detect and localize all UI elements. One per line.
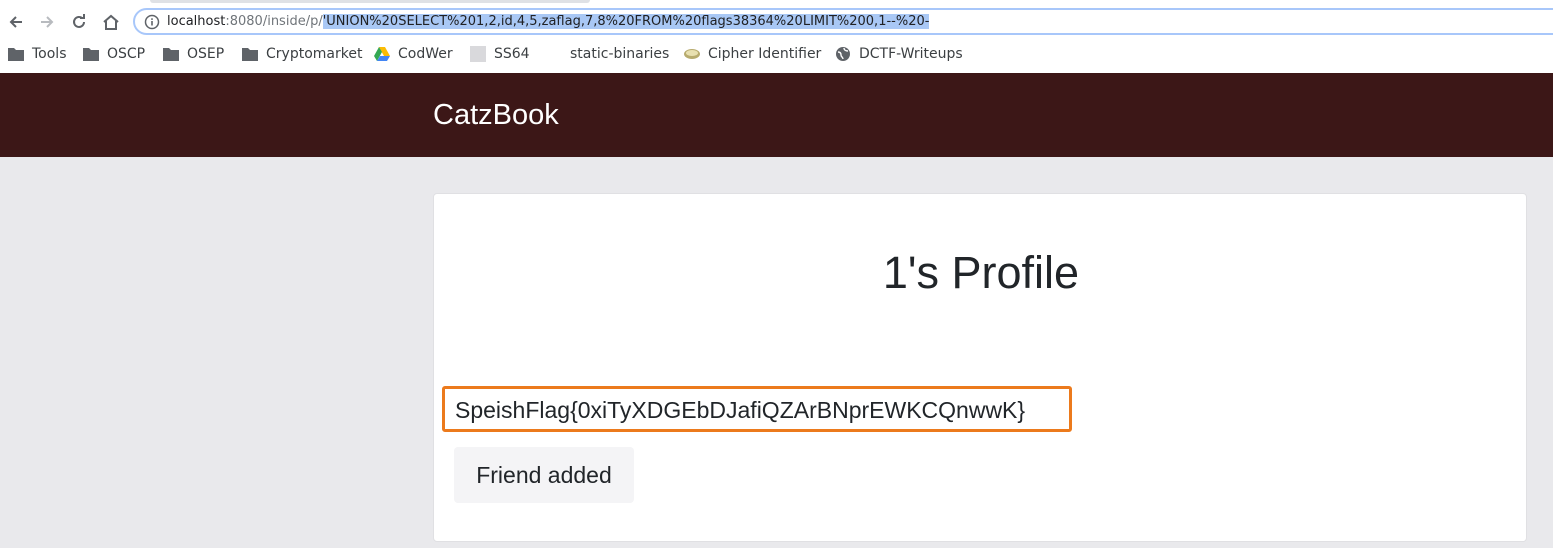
bookmark-label: static-binaries: [570, 46, 670, 62]
bookmark-static-binaries[interactable]: static-binaries: [570, 43, 669, 65]
bookmark-label: OSEP: [187, 46, 225, 62]
bookmark-dctf-writeups[interactable]: DCTF-Writeups: [835, 43, 963, 65]
browser-chrome: localhost:8080/inside/p/'UNION%20SELECT%…: [0, 0, 1553, 73]
bookmark-codwer[interactable]: CodWer: [374, 43, 453, 65]
folder-icon: [8, 46, 24, 62]
site-navbar: CatzBook: [0, 73, 1553, 157]
cipher-icon: [684, 46, 700, 62]
page-title: 1's Profile: [882, 247, 1080, 298]
drive-icon: [374, 46, 390, 62]
bookmark-oscp[interactable]: OSCP: [83, 43, 145, 65]
url-host: localhost: [167, 14, 226, 29]
bookmark-tools[interactable]: Tools: [8, 43, 67, 65]
home-button[interactable]: [99, 10, 123, 34]
url-selected-query: 'UNION%20SELECT%201,2,id,4,5,zaflag,7,8%…: [322, 14, 930, 29]
reload-icon: [73, 14, 85, 28]
profile-card: 1's Profile SpeishFlag{0xiTyXDGEbDJafiQZ…: [433, 193, 1527, 542]
bookmark-label: OSCP: [107, 46, 146, 62]
friend-added-button[interactable]: Friend added: [454, 447, 634, 503]
forward-arrow-icon: [41, 16, 54, 28]
page-icon: [470, 46, 486, 62]
flag-text: SpeishFlag{0xiTyXDGEbDJafiQZArBNprEWKCQn…: [455, 397, 1026, 423]
brand-logo-text[interactable]: CatzBook: [433, 97, 559, 133]
back-button[interactable]: [4, 10, 28, 34]
reload-button[interactable]: [67, 10, 91, 34]
forward-button[interactable]: [35, 10, 59, 34]
bookmarks-bar: Tools OSCP OSEP Cryptomarket CodWer SS64…: [0, 43, 1553, 65]
site-info-icon[interactable]: [144, 14, 160, 30]
bookmark-cryptomarket[interactable]: Cryptomarket: [242, 43, 362, 65]
globe-icon: [835, 46, 851, 62]
bookmark-label: Cryptomarket: [266, 46, 363, 62]
bookmark-ss64[interactable]: SS64: [470, 43, 530, 65]
bookmark-label: DCTF-Writeups: [859, 46, 963, 62]
active-tab-edge[interactable]: [150, 0, 590, 3]
url-path: :8080/inside/p/: [225, 14, 323, 29]
folder-icon: [242, 46, 258, 62]
bookmark-label: SS64: [494, 46, 530, 62]
flag-highlight-box: SpeishFlag{0xiTyXDGEbDJafiQZArBNprEWKCQn…: [442, 386, 1072, 432]
bookmark-osep[interactable]: OSEP: [163, 43, 224, 65]
address-bar[interactable]: localhost:8080/inside/p/'UNION%20SELECT%…: [133, 8, 1553, 35]
folder-icon: [163, 46, 179, 62]
home-icon: [103, 14, 119, 30]
folder-icon: [83, 46, 99, 62]
back-arrow-icon: [9, 16, 22, 28]
bookmark-cipher-identifier[interactable]: Cipher Identifier: [684, 43, 821, 65]
url-text[interactable]: localhost:8080/inside/p/'UNION%20SELECT%…: [167, 13, 930, 31]
bookmark-label: Tools: [32, 46, 67, 62]
bookmark-label: CodWer: [398, 46, 453, 62]
bookmark-label: Cipher Identifier: [708, 46, 822, 62]
